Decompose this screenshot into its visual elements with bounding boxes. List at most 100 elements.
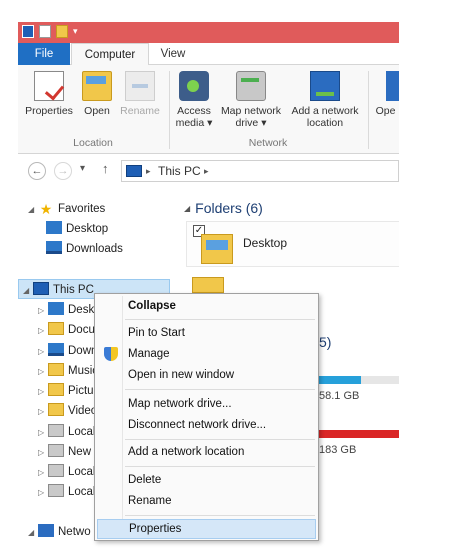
folders-group-header[interactable]: ◢ Folders (6) — [184, 200, 263, 216]
properties-icon[interactable] — [39, 25, 51, 38]
folder-tile-desktop[interactable]: ✓ Desktop — [186, 221, 399, 267]
menu-item-add-network-location[interactable]: Add a network location — [97, 442, 316, 462]
tree-item-network[interactable]: ◢ Netwo — [28, 522, 91, 542]
up-button[interactable]: ↑ — [102, 161, 109, 176]
menu-item-disconnect-network-drive[interactable]: Disconnect network drive... — [97, 415, 316, 435]
tree-item-label: Local — [68, 486, 96, 498]
recent-locations-icon[interactable]: ▾ — [80, 163, 85, 174]
tree-item-label: New — [68, 446, 92, 458]
star-icon: ★ — [39, 201, 53, 217]
tree-item-label: This PC — [53, 284, 94, 296]
music-icon — [48, 363, 64, 376]
expand-arrow-icon[interactable]: ▷ — [38, 443, 48, 463]
tree-item-label: Pictu — [68, 385, 94, 397]
expand-arrow-icon[interactable]: ▷ — [38, 362, 48, 382]
menu-item-manage[interactable]: Manage — [97, 344, 316, 364]
expand-arrow-icon[interactable]: ▷ — [38, 483, 48, 503]
collapse-arrow-icon[interactable]: ◢ — [28, 200, 38, 220]
menu-item-label: Manage — [128, 348, 170, 360]
access-media-button[interactable]: Access media ▾ — [172, 71, 216, 129]
drive-icon — [48, 424, 64, 437]
tree-item-desktop[interactable]: Desktop — [46, 219, 108, 239]
tab-computer[interactable]: Computer — [71, 43, 149, 66]
tree-item-label: Downloads — [66, 243, 123, 255]
tree-item-new-volume[interactable]: ▷ New — [38, 442, 91, 462]
back-button[interactable]: ← — [28, 162, 46, 180]
properties-label: Properties — [25, 105, 73, 117]
tree-item-documents[interactable]: ▷ Docu — [38, 320, 95, 340]
pictures-icon — [48, 383, 64, 396]
navigation-bar: ← → ▾ ↑ ▸ This PC ▸ — [18, 158, 399, 184]
customize-toolbar-icon[interactable]: ▾ — [73, 26, 78, 37]
folder-icon — [192, 277, 224, 293]
menu-separator — [125, 439, 315, 440]
menu-separator — [125, 389, 315, 390]
menu-item-pin-to-start[interactable]: Pin to Start — [97, 323, 316, 343]
tab-file[interactable]: File — [18, 43, 70, 65]
tree-item-label: Local — [68, 426, 96, 438]
tree-item-downloads[interactable]: Downloads — [46, 239, 123, 259]
tree-item-local-disk[interactable]: ▷ Local — [38, 482, 96, 502]
expand-arrow-icon[interactable]: ▷ — [38, 402, 48, 422]
tree-item-music[interactable]: ▷ Music — [38, 361, 98, 381]
quick-access-toolbar: ▾ — [22, 25, 78, 38]
expand-arrow-icon[interactable]: ▷ — [38, 301, 48, 321]
tab-view[interactable]: View — [153, 43, 193, 65]
properties-button[interactable]: Properties — [24, 71, 74, 117]
tree-item-downloads[interactable]: ▷ Down — [38, 341, 97, 361]
collapse-arrow-icon[interactable]: ◢ — [23, 281, 33, 301]
drive-icon — [48, 464, 64, 477]
tree-item-label: Local — [68, 466, 96, 478]
tree-item-desktop[interactable]: ▷ Deskt — [38, 300, 97, 320]
breadcrumb-separator[interactable]: ▸ — [204, 166, 209, 177]
add-network-location-label: Add a network location — [291, 105, 359, 129]
add-network-location-button[interactable]: Add a network location — [286, 71, 364, 129]
ribbon: Properties Open Rename Location Access m… — [18, 65, 399, 154]
forward-button[interactable]: → — [54, 162, 72, 180]
open-settings-button[interactable]: Ope — [372, 71, 399, 117]
new-folder-icon[interactable] — [56, 25, 68, 38]
breadcrumb-separator[interactable]: ▸ — [146, 166, 151, 177]
tree-item-favorites[interactable]: ◢ ★ Favorites — [28, 199, 105, 219]
menu-item-map-network-drive[interactable]: Map network drive... — [97, 394, 316, 414]
drive-free-bar — [361, 376, 399, 384]
map-network-drive-button[interactable]: Map network drive ▾ — [216, 71, 286, 129]
menu-item-properties[interactable]: Properties — [97, 519, 316, 539]
collapse-arrow-icon[interactable]: ◢ — [28, 523, 38, 543]
drive-size-text: 183 GB — [319, 444, 357, 456]
expand-arrow-icon[interactable]: ▷ — [38, 342, 48, 362]
open-icon — [82, 71, 112, 101]
tree-item-label: Deskt — [68, 304, 98, 316]
tree-item-local-disk[interactable]: ▷ Local — [38, 422, 96, 442]
access-media-label: Access media ▾ — [175, 105, 213, 129]
drive-usage-bar — [319, 430, 399, 438]
address-bar[interactable]: ▸ This PC ▸ — [121, 160, 399, 182]
rename-label: Rename — [120, 105, 160, 117]
rename-icon — [125, 71, 155, 101]
network-drive-icon — [236, 71, 266, 101]
downloads-icon — [48, 343, 64, 356]
open-button[interactable]: Open — [80, 71, 114, 117]
rename-button[interactable]: Rename — [118, 71, 162, 117]
open-settings-label: Ope — [375, 105, 396, 117]
expand-arrow-icon[interactable]: ▷ — [38, 321, 48, 341]
devices-group-header[interactable]: 5) — [319, 334, 331, 350]
menu-separator — [125, 319, 315, 320]
ribbon-tabs: File Computer View — [18, 43, 399, 66]
tree-item-videos[interactable]: ▷ Video — [38, 401, 97, 421]
collapse-arrow-icon[interactable]: ◢ — [184, 204, 190, 213]
expand-arrow-icon[interactable]: ▷ — [38, 382, 48, 402]
computer-icon[interactable] — [22, 25, 34, 38]
tree-item-local-disk[interactable]: ▷ Local — [38, 462, 96, 482]
shield-icon — [104, 347, 118, 361]
desktop-icon — [48, 302, 64, 315]
tree-item-pictures[interactable]: ▷ Pictu — [38, 381, 94, 401]
menu-item-open-new-window[interactable]: Open in new window — [97, 365, 316, 385]
menu-item-delete[interactable]: Delete — [97, 470, 316, 490]
expand-arrow-icon[interactable]: ▷ — [38, 423, 48, 443]
downloads-icon — [46, 241, 62, 254]
expand-arrow-icon[interactable]: ▷ — [38, 463, 48, 483]
menu-item-collapse[interactable]: Collapse — [97, 296, 316, 316]
menu-item-rename[interactable]: Rename — [97, 491, 316, 511]
breadcrumb-this-pc[interactable]: This PC — [158, 164, 201, 178]
